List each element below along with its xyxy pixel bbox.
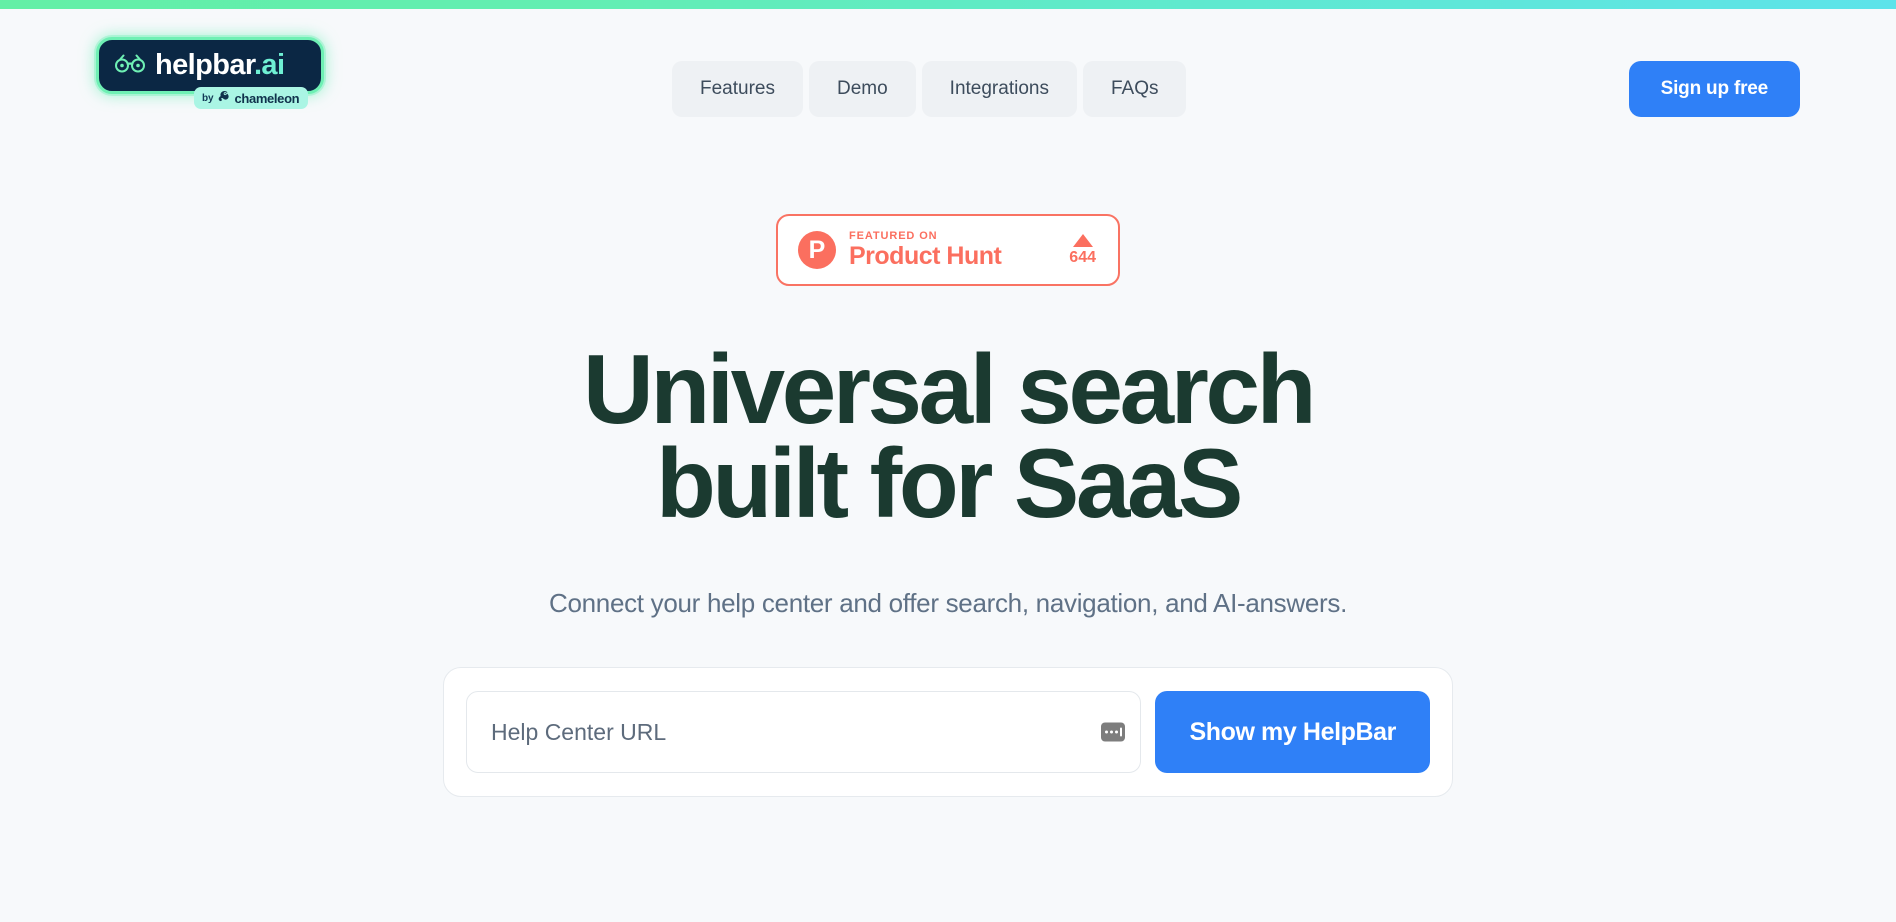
logo-text: helpbar.ai <box>155 49 285 81</box>
main-nav: Features Demo Integrations FAQs <box>672 61 1187 117</box>
logo-name: helpbar <box>155 49 255 81</box>
product-hunt-logo-icon: P <box>798 231 836 269</box>
site-header: helpbar.ai by chameleon Features Demo In… <box>0 9 1896 134</box>
headline-line-2: built for SaaS <box>655 428 1243 539</box>
nav-item-integrations[interactable]: Integrations <box>921 61 1077 117</box>
product-hunt-badge[interactable]: P FEATURED ON Product Hunt 644 <box>776 214 1120 286</box>
by-chameleon-badge[interactable]: by chameleon <box>194 87 309 109</box>
chameleon-icon <box>217 89 230 108</box>
product-hunt-copy: FEATURED ON Product Hunt <box>849 229 1056 271</box>
helpbar-logo[interactable]: helpbar.ai by chameleon <box>96 37 328 117</box>
url-field-wrapper <box>466 691 1142 774</box>
show-my-helpbar-button[interactable]: Show my HelpBar <box>1155 691 1430 774</box>
binoculars-icon <box>115 53 145 78</box>
logo-suffix: .ai <box>253 49 285 81</box>
headline-line-1: Universal search <box>582 334 1316 444</box>
hero-section: P FEATURED ON Product Hunt 644 Universal… <box>0 134 1896 798</box>
product-hunt-votes: 644 <box>1069 234 1100 266</box>
upvote-count: 644 <box>1069 249 1096 266</box>
nav-item-demo[interactable]: Demo <box>808 61 916 117</box>
top-gradient-bar <box>0 0 1896 9</box>
help-center-url-form: Show my HelpBar <box>443 667 1453 798</box>
nav-item-features[interactable]: Features <box>672 61 803 117</box>
byline-brand: chameleon <box>234 90 300 106</box>
page-title: Universal search built for SaaS <box>0 334 1896 539</box>
product-hunt-name: Product Hunt <box>849 242 1002 271</box>
nav-item-faqs[interactable]: FAQs <box>1082 61 1187 117</box>
help-center-url-input[interactable] <box>466 691 1142 774</box>
autofill-dots-icon[interactable] <box>1101 722 1126 742</box>
logo-plate: helpbar.ai <box>96 37 324 94</box>
upvote-triangle-icon <box>1072 234 1093 247</box>
featured-on-label: FEATURED ON <box>849 230 938 243</box>
byline-prefix: by <box>202 92 214 104</box>
sign-up-free-button[interactable]: Sign up free <box>1628 61 1800 117</box>
page-subtitle: Connect your help center and offer searc… <box>548 588 1347 619</box>
